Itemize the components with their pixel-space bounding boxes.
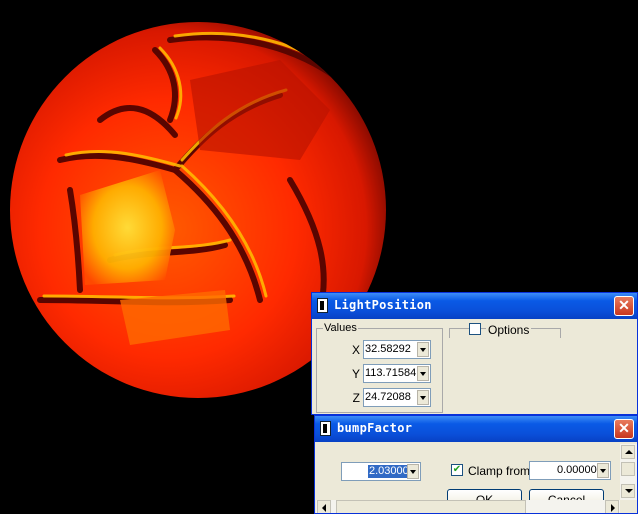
- y-value-combo[interactable]: 113.71584: [363, 364, 431, 383]
- dropdown-arrow-icon[interactable]: [597, 463, 609, 478]
- clamp-checkbox[interactable]: ✔: [451, 464, 463, 476]
- window-title: LightPosition: [334, 298, 432, 312]
- scroll-down-icon[interactable]: [621, 484, 635, 498]
- z-value-combo[interactable]: 24.72088: [363, 388, 431, 407]
- z-value: 24.72088: [365, 391, 411, 403]
- y-value: 113.71584: [365, 367, 417, 379]
- dropdown-arrow-icon[interactable]: [417, 342, 429, 357]
- x-value-combo[interactable]: 32.58292: [363, 340, 431, 359]
- z-label: Z: [352, 391, 360, 405]
- dropdown-arrow-icon[interactable]: [417, 366, 429, 381]
- horizontal-scrollbar[interactable]: [316, 500, 620, 513]
- scroll-right-icon[interactable]: [605, 500, 619, 513]
- x-value: 32.58292: [365, 343, 411, 355]
- clamp-value-combo[interactable]: 0.00000: [529, 461, 611, 480]
- close-icon[interactable]: ✕: [614, 296, 634, 316]
- scroll-h-thumb[interactable]: [336, 500, 526, 513]
- clamp-label: Clamp from: [468, 464, 531, 478]
- vertical-scrollbar[interactable]: [620, 444, 637, 500]
- light-position-titlebar[interactable]: LightPosition ✕: [312, 293, 637, 319]
- close-icon[interactable]: ✕: [614, 419, 634, 439]
- bump-factor-window[interactable]: bumpFactor ✕ 2.03000 ✔ Clamp from 0.0000…: [314, 415, 638, 514]
- scroll-left-icon[interactable]: [317, 500, 331, 513]
- scroll-up-icon[interactable]: [621, 445, 635, 459]
- x-label: X: [351, 343, 360, 357]
- y-label: Y: [351, 367, 360, 381]
- bump-factor-titlebar[interactable]: bumpFactor ✕: [315, 416, 637, 442]
- bump-value-combo[interactable]: 2.03000: [341, 462, 421, 481]
- light-position-window[interactable]: LightPosition ✕ Values X 32.58292 Y 113.…: [311, 292, 638, 415]
- bump-value: 2.03000: [368, 465, 410, 478]
- scroll-thumb[interactable]: [621, 462, 635, 476]
- clamp-value: 0.00000: [557, 464, 597, 476]
- window-icon: [317, 298, 328, 313]
- window-icon: [320, 421, 331, 436]
- values-group-label: Values: [323, 322, 358, 334]
- dropdown-arrow-icon[interactable]: [417, 390, 429, 405]
- dropdown-arrow-icon[interactable]: [407, 464, 419, 479]
- options-label: Options: [486, 323, 532, 337]
- window-title: bumpFactor: [337, 421, 413, 435]
- options-checkbox[interactable]: [469, 323, 481, 335]
